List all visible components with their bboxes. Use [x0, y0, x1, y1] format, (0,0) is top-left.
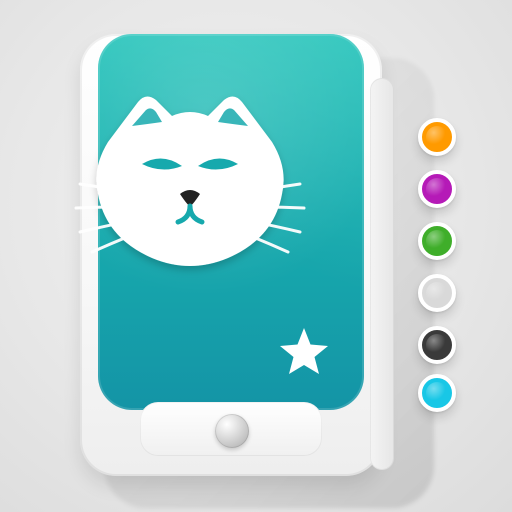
star-shape — [280, 328, 328, 374]
color-palette — [418, 118, 464, 418]
color-swatch-orange[interactable] — [418, 118, 456, 156]
color-swatch-cyan[interactable] — [418, 374, 456, 412]
color-swatch-charcoal[interactable] — [418, 326, 456, 364]
cat-head — [96, 96, 284, 266]
color-swatch-magenta[interactable] — [418, 170, 456, 208]
star-icon — [274, 322, 334, 382]
phone-side — [370, 78, 394, 470]
cat-face-icon — [50, 82, 330, 282]
color-swatch-light-gray[interactable] — [418, 274, 456, 312]
app-icon-scene — [0, 0, 512, 512]
color-swatch-green[interactable] — [418, 222, 456, 260]
home-button[interactable] — [215, 414, 249, 448]
